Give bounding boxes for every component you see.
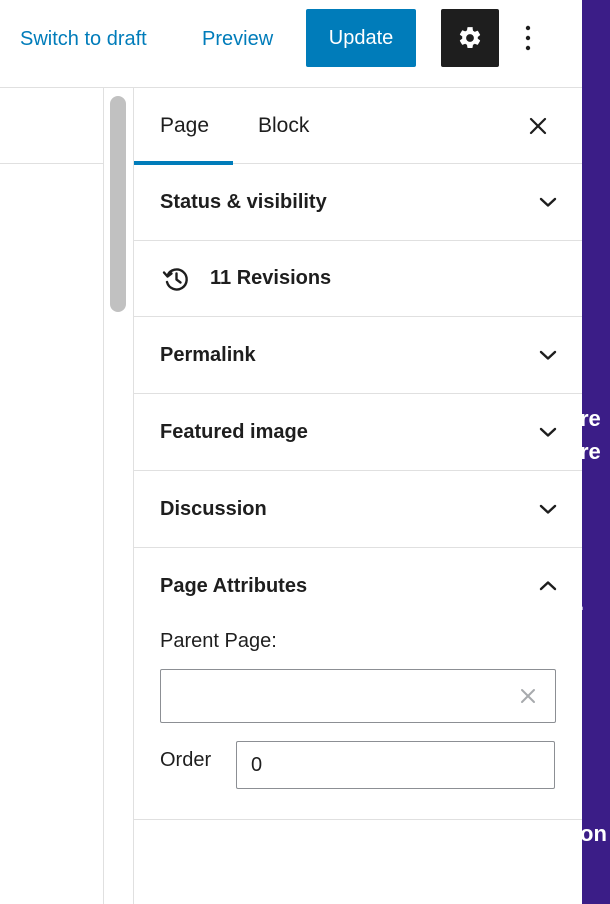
tab-block[interactable]: Block bbox=[258, 88, 309, 164]
parent-page-label: Parent Page: bbox=[160, 630, 277, 652]
update-button[interactable]: Update bbox=[306, 9, 416, 67]
vertical-ellipsis-icon bbox=[525, 25, 531, 51]
clear-parent-button[interactable] bbox=[517, 685, 539, 707]
close-icon bbox=[529, 117, 547, 135]
chevron-down-icon bbox=[536, 343, 560, 367]
panel-permalink[interactable]: Permalink bbox=[134, 317, 582, 394]
preview-text-fragment: on bbox=[582, 821, 607, 846]
switch-to-draft-link[interactable]: Switch to draft bbox=[20, 24, 147, 54]
order-label: Order bbox=[160, 749, 212, 771]
tab-page[interactable]: Page bbox=[133, 88, 234, 165]
panel-discussion[interactable]: Discussion bbox=[134, 471, 582, 548]
settings-button[interactable] bbox=[441, 9, 499, 67]
chevron-down-icon bbox=[536, 497, 560, 521]
history-icon bbox=[160, 263, 192, 295]
chevron-down-icon bbox=[536, 420, 560, 444]
panel-title: Discussion bbox=[160, 497, 267, 520]
scrollbar-thumb[interactable] bbox=[110, 96, 126, 312]
preview-text-fragment: re bbox=[582, 406, 601, 431]
settings-sidebar: Page Block Status & visibility 11 Revisi… bbox=[133, 88, 582, 904]
preview-text-fragment: . bbox=[582, 592, 584, 614]
preview-link[interactable]: Preview bbox=[202, 24, 273, 54]
panel-status-visibility[interactable]: Status & visibility bbox=[134, 164, 582, 241]
panel-featured-image[interactable]: Featured image bbox=[134, 394, 582, 471]
panel-title: Status & visibility bbox=[160, 190, 327, 213]
gear-icon bbox=[459, 27, 481, 48]
panel-revisions[interactable]: 11 Revisions bbox=[134, 241, 582, 317]
parent-page-combobox[interactable] bbox=[160, 669, 556, 723]
panel-page-attributes: Page Attributes Parent Page: Order bbox=[134, 548, 582, 820]
preview-background: re re . on bbox=[582, 0, 610, 904]
divider bbox=[0, 163, 104, 164]
revisions-link[interactable]: 11 Revisions bbox=[210, 267, 331, 290]
panel-title: Page Attributes bbox=[160, 574, 308, 597]
preview-text-fragment: re bbox=[582, 439, 601, 464]
chevron-up-icon bbox=[536, 574, 560, 598]
more-options-button[interactable] bbox=[512, 20, 544, 56]
panel-title: Featured image bbox=[160, 420, 308, 443]
close-icon bbox=[521, 689, 535, 703]
panel-page-attributes-toggle[interactable]: Page Attributes bbox=[160, 548, 557, 624]
panel-title: Permalink bbox=[160, 343, 256, 366]
order-input[interactable] bbox=[236, 741, 555, 789]
sidebar-tabs: Page Block bbox=[133, 88, 582, 165]
editor-toolbar: Switch to draft Preview Update bbox=[0, 0, 582, 88]
editor-canvas[interactable] bbox=[0, 88, 104, 904]
close-sidebar-button[interactable] bbox=[522, 110, 554, 142]
chevron-down-icon bbox=[536, 190, 560, 214]
